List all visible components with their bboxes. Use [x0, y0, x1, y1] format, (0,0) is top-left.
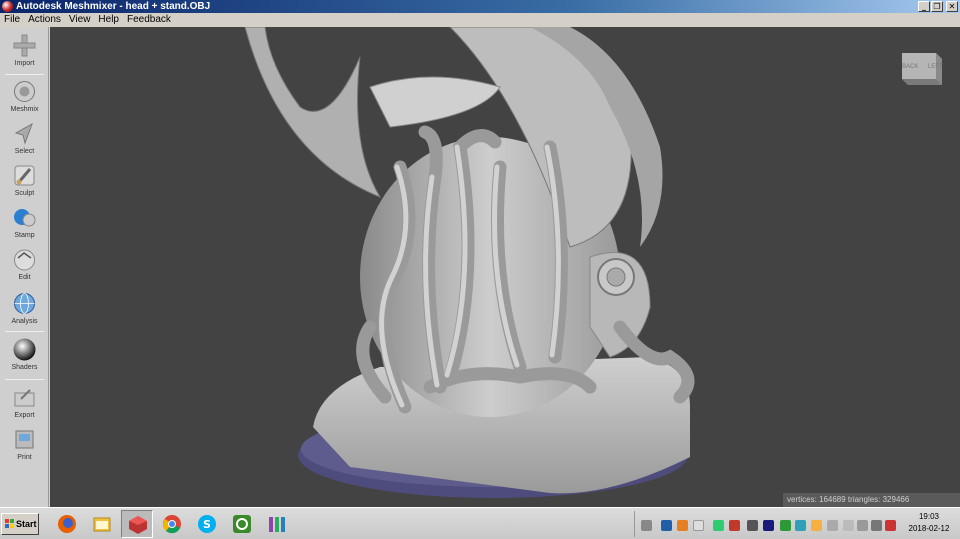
taskbar-app-green[interactable]: [226, 510, 258, 538]
toolbar-divider: [5, 379, 44, 380]
stamp-icon: [14, 209, 36, 227]
clock[interactable]: 19:03 2018-02-12: [899, 511, 959, 535]
bluetooth-tray-icon[interactable]: [763, 520, 774, 531]
shield-tray-icon[interactable]: [780, 520, 791, 531]
mesh-stats: vertices: 164689 triangles: 329466: [783, 493, 960, 507]
tool-label: Shaders: [11, 364, 38, 371]
network-tray-icon[interactable]: [857, 520, 868, 531]
tool-label: Export: [14, 412, 35, 419]
view-cube-back-label: BACK: [902, 64, 919, 70]
restore-button[interactable]: ❐: [931, 1, 943, 12]
taskbar-file-explorer[interactable]: [86, 510, 118, 538]
tool-label: Print: [17, 454, 32, 461]
3d-viewport[interactable]: BACK LEFT vertices: 164689 triangles: 32…: [50, 27, 960, 507]
blank-tray-icon[interactable]: [693, 520, 704, 531]
clock-date: 2018-02-12: [908, 524, 950, 533]
clock-time: 19:03: [918, 512, 940, 521]
tool-analysis[interactable]: Analysis: [0, 291, 49, 331]
brush-icon: [14, 165, 35, 186]
meshmixer-icon: [129, 516, 147, 534]
tool-label: Import: [14, 60, 35, 67]
tool-import[interactable]: Import: [0, 33, 49, 73]
tool-print[interactable]: Print: [0, 427, 49, 467]
meshmixer-app-icon: [2, 1, 13, 12]
tool-label: Edit: [18, 274, 31, 281]
file-explorer-icon: [93, 517, 111, 532]
phone-tray-icon[interactable]: [827, 520, 838, 531]
keyboard-tray-icon[interactable]: [641, 520, 652, 531]
monitor-tray-icon[interactable]: [661, 520, 672, 531]
edit-icon: [14, 249, 35, 271]
no-entry-tray-icon[interactable]: [885, 520, 896, 531]
steam-tray-icon[interactable]: [747, 520, 758, 531]
close-button[interactable]: ✕: [946, 1, 958, 12]
menu-help[interactable]: Help: [98, 13, 124, 27]
toolbar-divider: [5, 331, 44, 332]
tool-sculpt[interactable]: Sculpt: [0, 163, 49, 203]
tool-label: Stamp: [14, 232, 35, 239]
menu-actions[interactable]: Actions: [28, 13, 66, 27]
tool-stamp[interactable]: Stamp: [0, 205, 49, 245]
menu-feedback[interactable]: Feedback: [127, 13, 176, 27]
sphere-icon: [13, 338, 36, 361]
select-arrow-icon: [14, 122, 33, 145]
model-render: [244, 27, 695, 498]
flag-tray-icon[interactable]: [843, 520, 854, 531]
firefox-icon: [58, 515, 76, 533]
tool-meshmix[interactable]: Meshmix: [0, 79, 49, 119]
red-tray-icon[interactable]: [729, 520, 740, 531]
app-bars-icon: [269, 517, 285, 532]
start-label: Start: [16, 519, 37, 529]
tool-shaders[interactable]: Shaders: [0, 337, 49, 377]
menu-view[interactable]: View: [69, 13, 96, 27]
meshmix-icon: [14, 81, 35, 102]
taskbar-app-bars[interactable]: [261, 510, 293, 538]
start-button[interactable]: Start: [1, 513, 39, 535]
signal-tray-icon[interactable]: [871, 520, 882, 531]
windows-flag-icon: [5, 519, 14, 528]
taskbar-chrome[interactable]: [156, 510, 188, 538]
view-cube-left-label: LEFT: [928, 64, 943, 70]
tool-edit[interactable]: Edit: [0, 247, 49, 287]
avast-tray-icon[interactable]: [677, 520, 688, 531]
export-icon: [14, 389, 35, 407]
view-cube[interactable]: BACK LEFT: [896, 47, 944, 89]
globe-icon: [14, 293, 35, 314]
cloud-tray-icon[interactable]: [795, 520, 806, 531]
taskbar-firefox[interactable]: [51, 510, 83, 538]
window-title: Autodesk Meshmixer - head + stand.OBJ: [16, 1, 211, 12]
tool-label: Select: [14, 148, 35, 155]
tool-label: Meshmix: [10, 106, 39, 113]
menu-bar: File Actions View Help Feedback: [0, 13, 960, 27]
orange-tray-icon[interactable]: [811, 520, 822, 531]
taskbar-skype[interactable]: S: [191, 510, 223, 538]
svg-text:S: S: [203, 518, 211, 531]
green-tray-icon[interactable]: [713, 520, 724, 531]
tool-export[interactable]: Export: [0, 385, 49, 425]
tool-label: Sculpt: [14, 190, 35, 197]
title-bar: Autodesk Meshmixer - head + stand.OBJ _ …: [0, 0, 960, 13]
skype-icon: S: [198, 515, 216, 533]
minimize-button[interactable]: _: [918, 1, 930, 12]
tool-label: Analysis: [11, 318, 38, 325]
app-green-icon: [233, 515, 251, 533]
tool-select[interactable]: Select: [0, 121, 49, 161]
toolbar-divider: [5, 74, 44, 75]
taskbar: Start S 19:03 2018-02-12: [0, 507, 960, 539]
menu-file[interactable]: File: [4, 13, 25, 27]
chrome-icon: [163, 515, 181, 534]
plus-icon: [13, 34, 36, 57]
system-tray: 19:03 2018-02-12: [634, 511, 960, 537]
taskbar-meshmixer[interactable]: [121, 510, 153, 538]
window-controls: _ ❐ ✕: [918, 1, 958, 12]
tool-sidebar: Import Meshmix Select Sculpt Stamp Edit …: [0, 27, 49, 507]
printer-icon: [15, 430, 34, 449]
